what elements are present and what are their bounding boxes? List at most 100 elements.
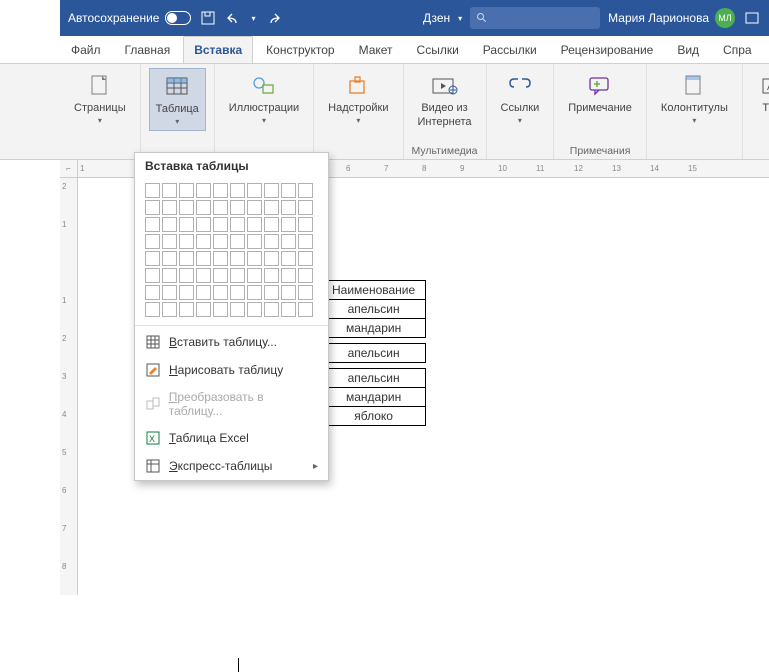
grid-cell[interactable] (298, 183, 313, 198)
grid-cell[interactable] (213, 302, 228, 317)
grid-cell[interactable] (196, 183, 211, 198)
grid-cell[interactable] (247, 217, 262, 232)
tab-references[interactable]: Ссылки (406, 36, 470, 63)
grid-cell[interactable] (247, 183, 262, 198)
grid-cell[interactable] (213, 285, 228, 300)
comment-button[interactable]: Примечание (562, 68, 638, 118)
chevron-down-icon[interactable]: ▾ (458, 14, 462, 23)
table-button[interactable]: Таблица ▾ (149, 68, 206, 131)
grid-cell[interactable] (145, 251, 160, 266)
insert-table-item[interactable]: Вставить таблицу... (135, 328, 328, 356)
table-cell[interactable]: апельсин (322, 344, 426, 363)
quick-tables-item[interactable]: Экспресс-таблицы ▸ (135, 452, 328, 480)
grid-cell[interactable] (230, 285, 245, 300)
document-table[interactable]: Наименование апельсин мандарин апельсин … (321, 280, 426, 426)
grid-cell[interactable] (162, 217, 177, 232)
grid-cell[interactable] (230, 302, 245, 317)
grid-cell[interactable] (162, 200, 177, 215)
search-input[interactable] (470, 7, 600, 29)
vertical-ruler[interactable]: 2112345678910 (60, 178, 78, 595)
grid-cell[interactable] (196, 217, 211, 232)
grid-cell[interactable] (230, 217, 245, 232)
grid-cell[interactable] (264, 268, 279, 283)
pages-button[interactable]: Страницы ▾ (68, 68, 132, 129)
grid-cell[interactable] (298, 285, 313, 300)
grid-cell[interactable] (162, 302, 177, 317)
grid-cell[interactable] (281, 268, 296, 283)
grid-cell[interactable] (298, 251, 313, 266)
grid-cell[interactable] (162, 268, 177, 283)
grid-cell[interactable] (179, 200, 194, 215)
grid-cell[interactable] (162, 251, 177, 266)
tab-help[interactable]: Спра (712, 36, 763, 63)
addins-button[interactable]: Надстройки ▾ (322, 68, 394, 129)
grid-cell[interactable] (179, 285, 194, 300)
grid-cell[interactable] (281, 302, 296, 317)
grid-cell[interactable] (230, 183, 245, 198)
grid-cell[interactable] (298, 217, 313, 232)
grid-cell[interactable] (145, 217, 160, 232)
grid-cell[interactable] (179, 268, 194, 283)
grid-cell[interactable] (298, 200, 313, 215)
grid-cell[interactable] (145, 183, 160, 198)
undo-icon[interactable] (225, 9, 243, 27)
grid-cell[interactable] (162, 285, 177, 300)
redo-icon[interactable] (264, 9, 282, 27)
grid-cell[interactable] (213, 200, 228, 215)
tab-home[interactable]: Главная (114, 36, 182, 63)
grid-cell[interactable] (298, 234, 313, 249)
tab-design[interactable]: Конструктор (255, 36, 345, 63)
table-size-grid[interactable] (135, 179, 328, 323)
grid-cell[interactable] (145, 200, 160, 215)
dzen-label[interactable]: Дзен (423, 11, 450, 25)
online-video-button[interactable]: Видео из Интернета (412, 68, 478, 132)
grid-cell[interactable] (281, 251, 296, 266)
grid-cell[interactable] (247, 302, 262, 317)
tab-review[interactable]: Рецензирование (550, 36, 665, 63)
table-cell[interactable]: мандарин (322, 388, 426, 407)
grid-cell[interactable] (179, 234, 194, 249)
table-cell[interactable]: мандарин (322, 319, 426, 338)
grid-cell[interactable] (281, 234, 296, 249)
grid-cell[interactable] (196, 285, 211, 300)
grid-cell[interactable] (247, 251, 262, 266)
grid-cell[interactable] (298, 268, 313, 283)
table-cell[interactable]: яблоко (322, 407, 426, 426)
grid-cell[interactable] (179, 183, 194, 198)
grid-cell[interactable] (247, 285, 262, 300)
grid-cell[interactable] (264, 200, 279, 215)
grid-cell[interactable] (196, 234, 211, 249)
grid-cell[interactable] (213, 234, 228, 249)
grid-cell[interactable] (281, 200, 296, 215)
grid-cell[interactable] (281, 183, 296, 198)
grid-cell[interactable] (196, 302, 211, 317)
excel-table-item[interactable]: X Таблица Excel (135, 424, 328, 452)
grid-cell[interactable] (230, 200, 245, 215)
grid-cell[interactable] (264, 285, 279, 300)
grid-cell[interactable] (196, 200, 211, 215)
grid-cell[interactable] (196, 251, 211, 266)
grid-cell[interactable] (230, 234, 245, 249)
grid-cell[interactable] (230, 268, 245, 283)
table-cell[interactable]: апельсин (322, 300, 426, 319)
grid-cell[interactable] (145, 302, 160, 317)
grid-cell[interactable] (213, 217, 228, 232)
grid-cell[interactable] (230, 251, 245, 266)
ribbon-display-icon[interactable] (743, 9, 761, 27)
grid-cell[interactable] (247, 234, 262, 249)
text-button[interactable]: A Тек (751, 68, 769, 118)
tab-insert[interactable]: Вставка (183, 36, 253, 63)
grid-cell[interactable] (179, 217, 194, 232)
links-button[interactable]: Ссылки ▾ (495, 68, 546, 129)
tab-view[interactable]: Вид (666, 36, 710, 63)
grid-cell[interactable] (162, 183, 177, 198)
tab-layout[interactable]: Макет (348, 36, 404, 63)
tab-file[interactable]: Файл (60, 36, 112, 63)
grid-cell[interactable] (179, 251, 194, 266)
grid-cell[interactable] (264, 217, 279, 232)
autosave-toggle[interactable]: Автосохранение (68, 11, 191, 25)
grid-cell[interactable] (264, 234, 279, 249)
save-icon[interactable] (199, 9, 217, 27)
grid-cell[interactable] (145, 268, 160, 283)
draw-table-item[interactable]: Нарисовать таблицу (135, 356, 328, 384)
